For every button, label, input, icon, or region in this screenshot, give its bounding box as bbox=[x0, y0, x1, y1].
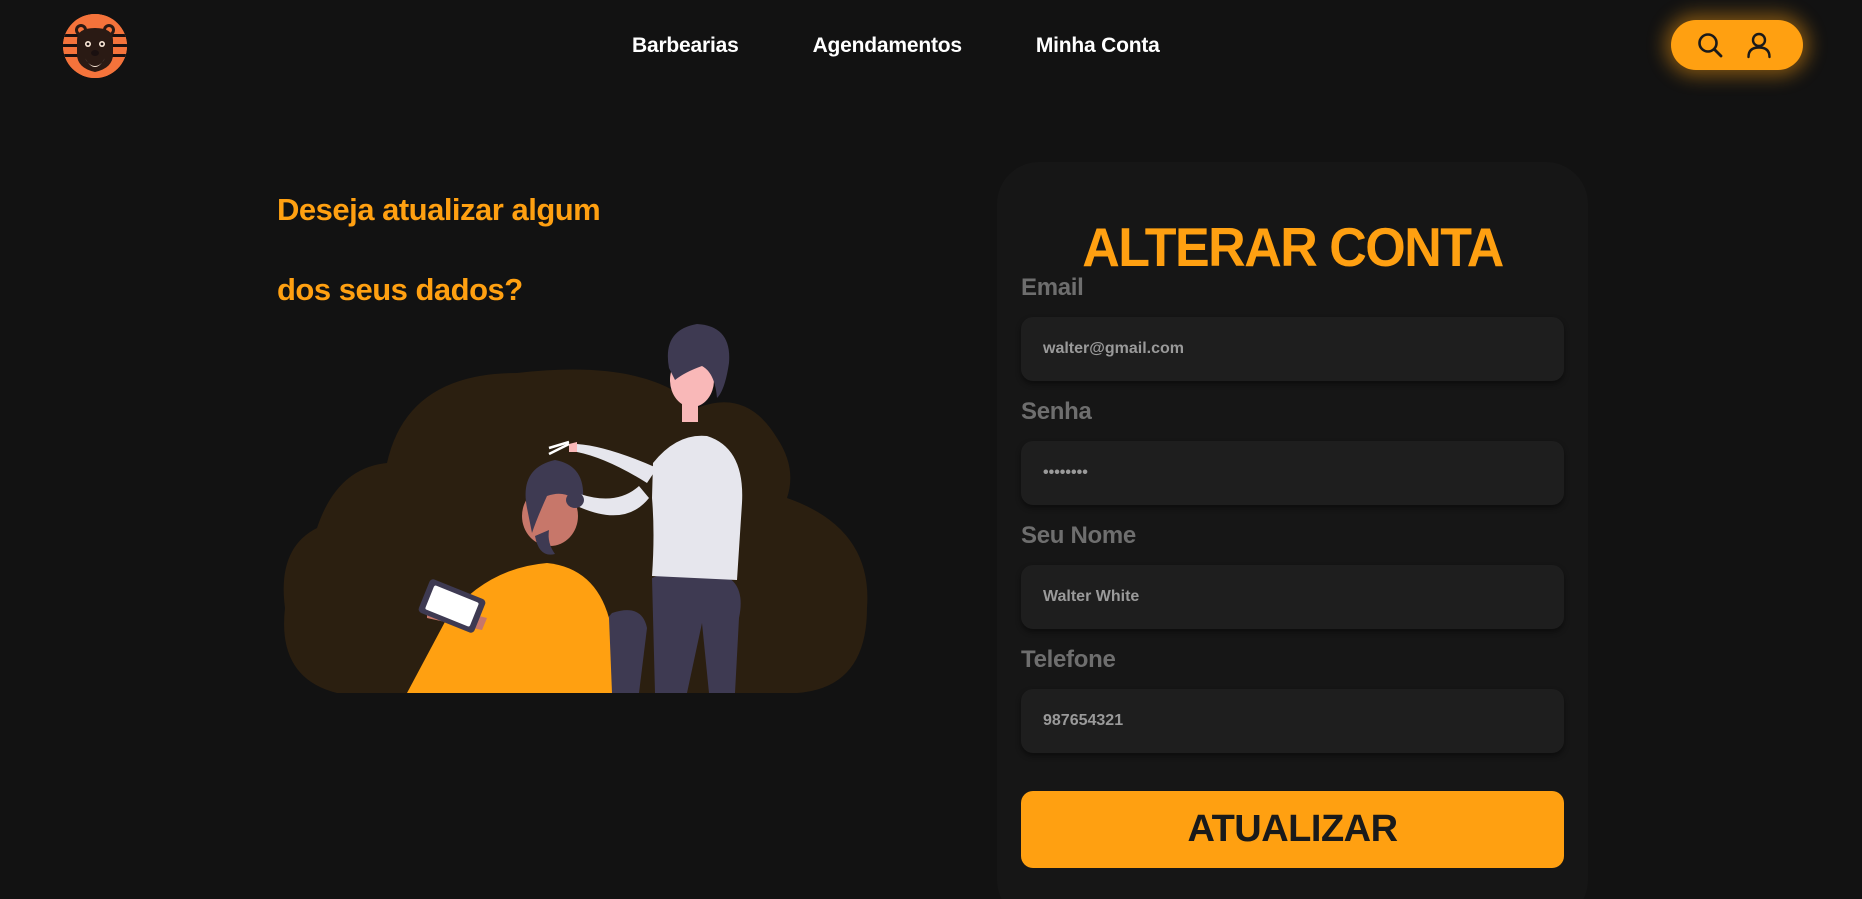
bear-barber-logo-icon[interactable] bbox=[63, 14, 127, 78]
top-navbar: Barbearias Agendamentos Minha Conta bbox=[0, 0, 1862, 92]
phone-label: Telefone bbox=[1021, 646, 1116, 673]
hero-headline: Deseja atualizar algum dos seus dados? bbox=[277, 170, 757, 330]
form-title: ALTERAR CONTA bbox=[1082, 217, 1504, 279]
search-icon[interactable] bbox=[1696, 31, 1724, 59]
phone-field[interactable] bbox=[1021, 689, 1564, 753]
nav-barbearias[interactable]: Barbearias bbox=[632, 34, 739, 58]
atualizar-button[interactable]: ATUALIZAR bbox=[1021, 791, 1564, 868]
password-label: Senha bbox=[1021, 398, 1092, 425]
name-field[interactable] bbox=[1021, 565, 1564, 629]
nav-minha-conta[interactable]: Minha Conta bbox=[1036, 34, 1160, 58]
email-label: Email bbox=[1021, 274, 1084, 301]
barber-cutting-hair-illustration bbox=[283, 324, 868, 693]
name-label: Seu Nome bbox=[1021, 522, 1136, 549]
user-icon[interactable] bbox=[1745, 31, 1773, 59]
header-actions bbox=[1671, 20, 1803, 70]
hero-headline-line1: Deseja atualizar algum bbox=[277, 192, 601, 227]
email-field[interactable] bbox=[1021, 317, 1564, 381]
password-field[interactable] bbox=[1021, 441, 1564, 505]
nav-agendamentos[interactable]: Agendamentos bbox=[813, 34, 962, 58]
alterar-conta-card: ALTERAR CONTA Email Senha Seu Nome Telef… bbox=[997, 162, 1588, 899]
main-nav: Barbearias Agendamentos Minha Conta bbox=[632, 30, 1160, 62]
page: Barbearias Agendamentos Minha Conta Dese… bbox=[0, 0, 1862, 899]
